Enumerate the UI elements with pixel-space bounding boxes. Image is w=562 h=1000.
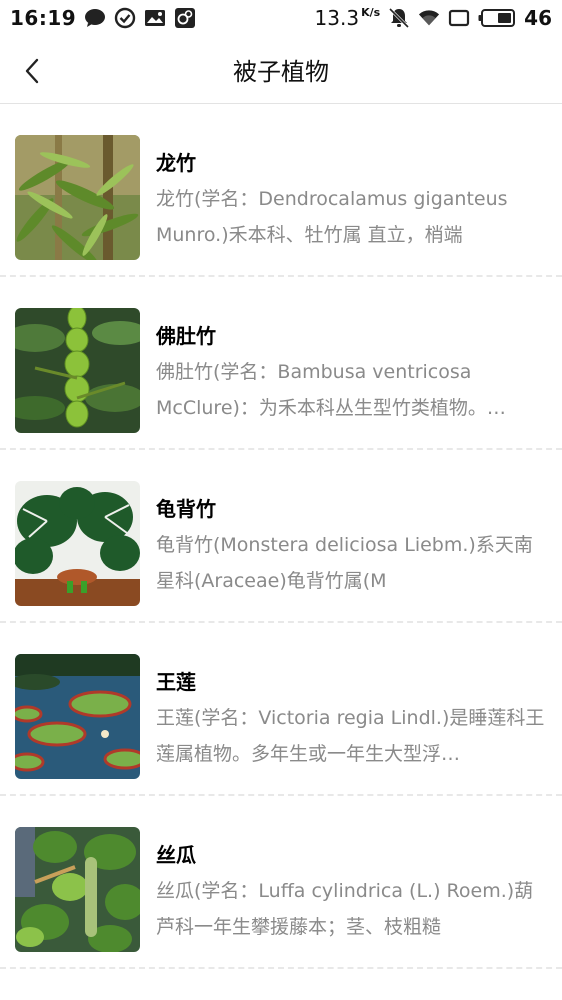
plant-thumbnail	[15, 135, 140, 260]
status-time: 16:19	[10, 6, 77, 30]
chat-bubble-icon	[84, 7, 106, 29]
page-title: 被子植物	[233, 58, 329, 86]
list-item-fuduzhu[interactable]: 佛肚竹 佛肚竹(学名：Bambusa ventricosa McClure)：为…	[0, 277, 562, 450]
list-item-wanglian[interactable]: 王莲 王莲(学名：Victoria regia Lindl.)是睡莲科王莲属植物…	[0, 623, 562, 796]
plant-list: 龙竹 龙竹(学名：Dendrocalamus giganteus Munro.)…	[0, 104, 562, 969]
plant-name: 龟背竹	[156, 497, 216, 521]
status-right: 13.3 K/s 46	[315, 6, 552, 30]
plant-description: 丝瓜(学名：Luffa cylindrica (L.) Roem.)葫芦科一年生…	[156, 880, 534, 938]
luffa-image	[15, 827, 140, 952]
list-item-longzhu[interactable]: 龙竹 龙竹(学名：Dendrocalamus giganteus Munro.)…	[0, 104, 562, 277]
screen-icon	[448, 7, 470, 29]
status-bar: 16:19 13.3 K/s 46	[0, 0, 562, 36]
plant-description: 佛肚竹(学名：Bambusa ventricosa McClure)：为禾本科丛…	[156, 361, 506, 419]
battery-level: 46	[524, 6, 552, 30]
plant-description: 龟背竹(Monstera deliciosa Liebm.)系天南星科(Arac…	[156, 534, 533, 592]
back-button[interactable]	[14, 53, 50, 89]
status-left: 16:19	[10, 6, 196, 30]
plant-thumbnail	[15, 654, 140, 779]
app-bar: 被子植物	[0, 36, 562, 104]
net-speed-unit: K/s	[361, 6, 381, 19]
app-notification-icon	[174, 7, 196, 29]
check-circle-icon	[114, 7, 136, 29]
plant-thumbnail	[15, 481, 140, 606]
net-speed: 13.3 K/s	[315, 6, 381, 30]
net-speed-value: 13.3	[314, 6, 360, 30]
plant-thumbnail	[15, 308, 140, 433]
plant-description: 龙竹(学名：Dendrocalamus giganteus Munro.)禾本科…	[156, 188, 508, 246]
battery-icon	[478, 7, 516, 29]
buddha-belly-bamboo-image	[15, 308, 140, 433]
monstera-image	[15, 481, 140, 606]
victoria-lily-image	[15, 654, 140, 779]
image-notification-icon	[144, 7, 166, 29]
plant-name: 佛肚竹	[156, 324, 216, 348]
wifi-icon	[418, 7, 440, 29]
list-item-sigua[interactable]: 丝瓜 丝瓜(学名：Luffa cylindrica (L.) Roem.)葫芦科…	[0, 796, 562, 969]
plant-name: 龙竹	[156, 151, 196, 175]
plant-description: 王莲(学名：Victoria regia Lindl.)是睡莲科王莲属植物。多年…	[156, 707, 545, 765]
chevron-left-icon	[25, 58, 39, 84]
plant-thumbnail	[15, 827, 140, 952]
plant-name: 王莲	[156, 670, 196, 694]
bamboo-leaves-image	[15, 135, 140, 260]
list-item-guibeizhu[interactable]: 龟背竹 龟背竹(Monstera deliciosa Liebm.)系天南星科(…	[0, 450, 562, 623]
mute-icon	[388, 7, 410, 29]
plant-name: 丝瓜	[156, 843, 196, 867]
